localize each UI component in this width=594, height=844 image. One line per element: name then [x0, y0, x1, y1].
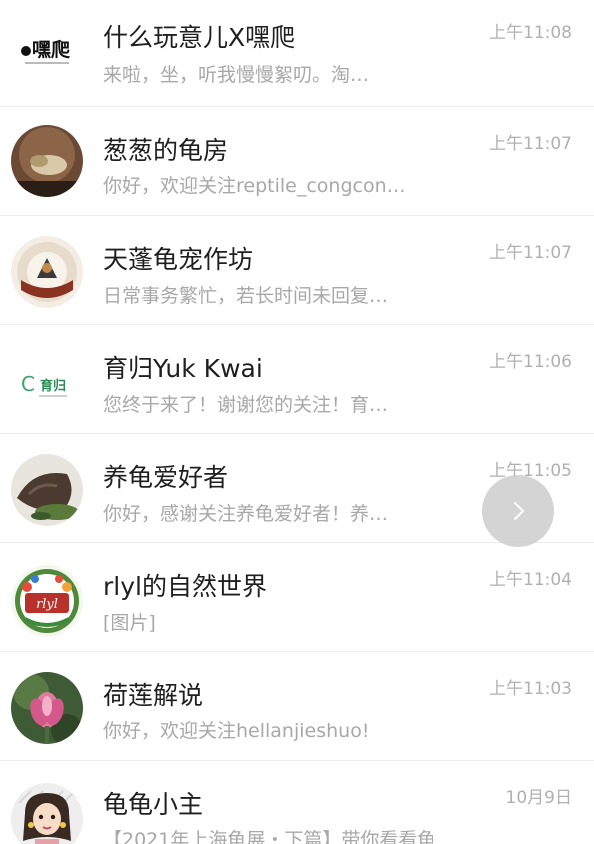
- chat-preview: 您终于来了！谢谢您的关注！育…: [103, 394, 389, 416]
- yuk-kwai-logo-icon: C 育归: [11, 347, 83, 419]
- tortoise-photo-icon: [11, 454, 83, 526]
- chat-preview: 你好，感谢关注养龟爱好者！养…: [103, 503, 389, 525]
- chat-item-heipa[interactable]: 嘿爬 什么玩意儿X嘿爬 来啦，坐，听我慢慢絮叨。淘… 上午11:08: [0, 0, 594, 107]
- chat-preview: 你好，欢迎关注reptile_congcon…: [103, 175, 406, 197]
- chat-item-guigui[interactable]: 龟龟小主 【2021年上海龟展・下篇】带你看看龟… 10月9日: [0, 761, 594, 844]
- chat-time: 上午11:06: [489, 352, 572, 372]
- svg-text:育归: 育归: [40, 378, 66, 394]
- svg-text:C: C: [21, 372, 35, 396]
- chat-item-yukkwai[interactable]: C 育归 育归Yuk Kwai 您终于来了！谢谢您的关注！育… 上午11:06: [0, 325, 594, 434]
- turtle-emblem-icon: [11, 236, 83, 308]
- chat-title: 什么玩意儿X嘿爬: [103, 23, 296, 52]
- chat-preview: 日常事务繁忙，若长时间未回复…: [103, 285, 389, 307]
- chat-preview: 【2021年上海龟展・下篇】带你看看龟…: [103, 829, 433, 844]
- chat-preview: 来啦，坐，听我慢慢絮叨。淘…: [103, 64, 370, 86]
- chat-title: 天蓬龟宠作坊: [103, 245, 254, 274]
- chat-list: 嘿爬 什么玩意儿X嘿爬 来啦，坐，听我慢慢絮叨。淘… 上午11:08 葱葱的龟房…: [0, 0, 594, 844]
- chat-title: 葱葱的龟房: [103, 136, 229, 165]
- chat-time: 上午11:07: [489, 243, 572, 263]
- chat-item-rlyl[interactable]: rlyl rlyl的自然世界 [图片] 上午11:04: [0, 543, 594, 652]
- cartoon-girl-icon: [11, 783, 83, 844]
- chat-item-tianpeng[interactable]: 天蓬龟宠作坊 日常事务繁忙，若长时间未回复… 上午11:07: [0, 216, 594, 325]
- next-floating-button[interactable]: [482, 475, 554, 547]
- turtle-photo-icon: [11, 125, 83, 197]
- chat-time: 上午11:07: [489, 134, 572, 154]
- chat-title: 育归Yuk Kwai: [103, 354, 263, 383]
- chat-time: 上午11:03: [489, 679, 572, 699]
- chat-title: 荷莲解说: [103, 681, 204, 710]
- chat-title: rlyl的自然世界: [103, 572, 267, 601]
- chat-time: 10月9日: [505, 788, 572, 808]
- chat-item-helian[interactable]: 荷莲解说 你好，欢迎关注hellanjieshuo! 上午11:03: [0, 652, 594, 761]
- chat-time: 上午11:04: [489, 570, 572, 590]
- rlyl-badge-icon: rlyl: [11, 565, 83, 637]
- chat-preview: 你好，欢迎关注hellanjieshuo!: [103, 720, 370, 742]
- chat-title: 养龟爱好者: [103, 463, 229, 492]
- chat-preview: [图片]: [103, 612, 156, 634]
- chevron-right-icon: [514, 502, 524, 520]
- chat-title: 龟龟小主: [103, 790, 204, 819]
- heipa-logo-icon: 嘿爬: [11, 10, 83, 82]
- chat-item-congcong[interactable]: 葱葱的龟房 你好，欢迎关注reptile_congcon… 上午11:07: [0, 107, 594, 216]
- svg-text:嘿爬: 嘿爬: [32, 38, 71, 61]
- svg-text:rlyl: rlyl: [36, 597, 58, 612]
- lotus-flower-icon: [11, 672, 83, 744]
- chat-time: 上午11:08: [489, 23, 572, 43]
